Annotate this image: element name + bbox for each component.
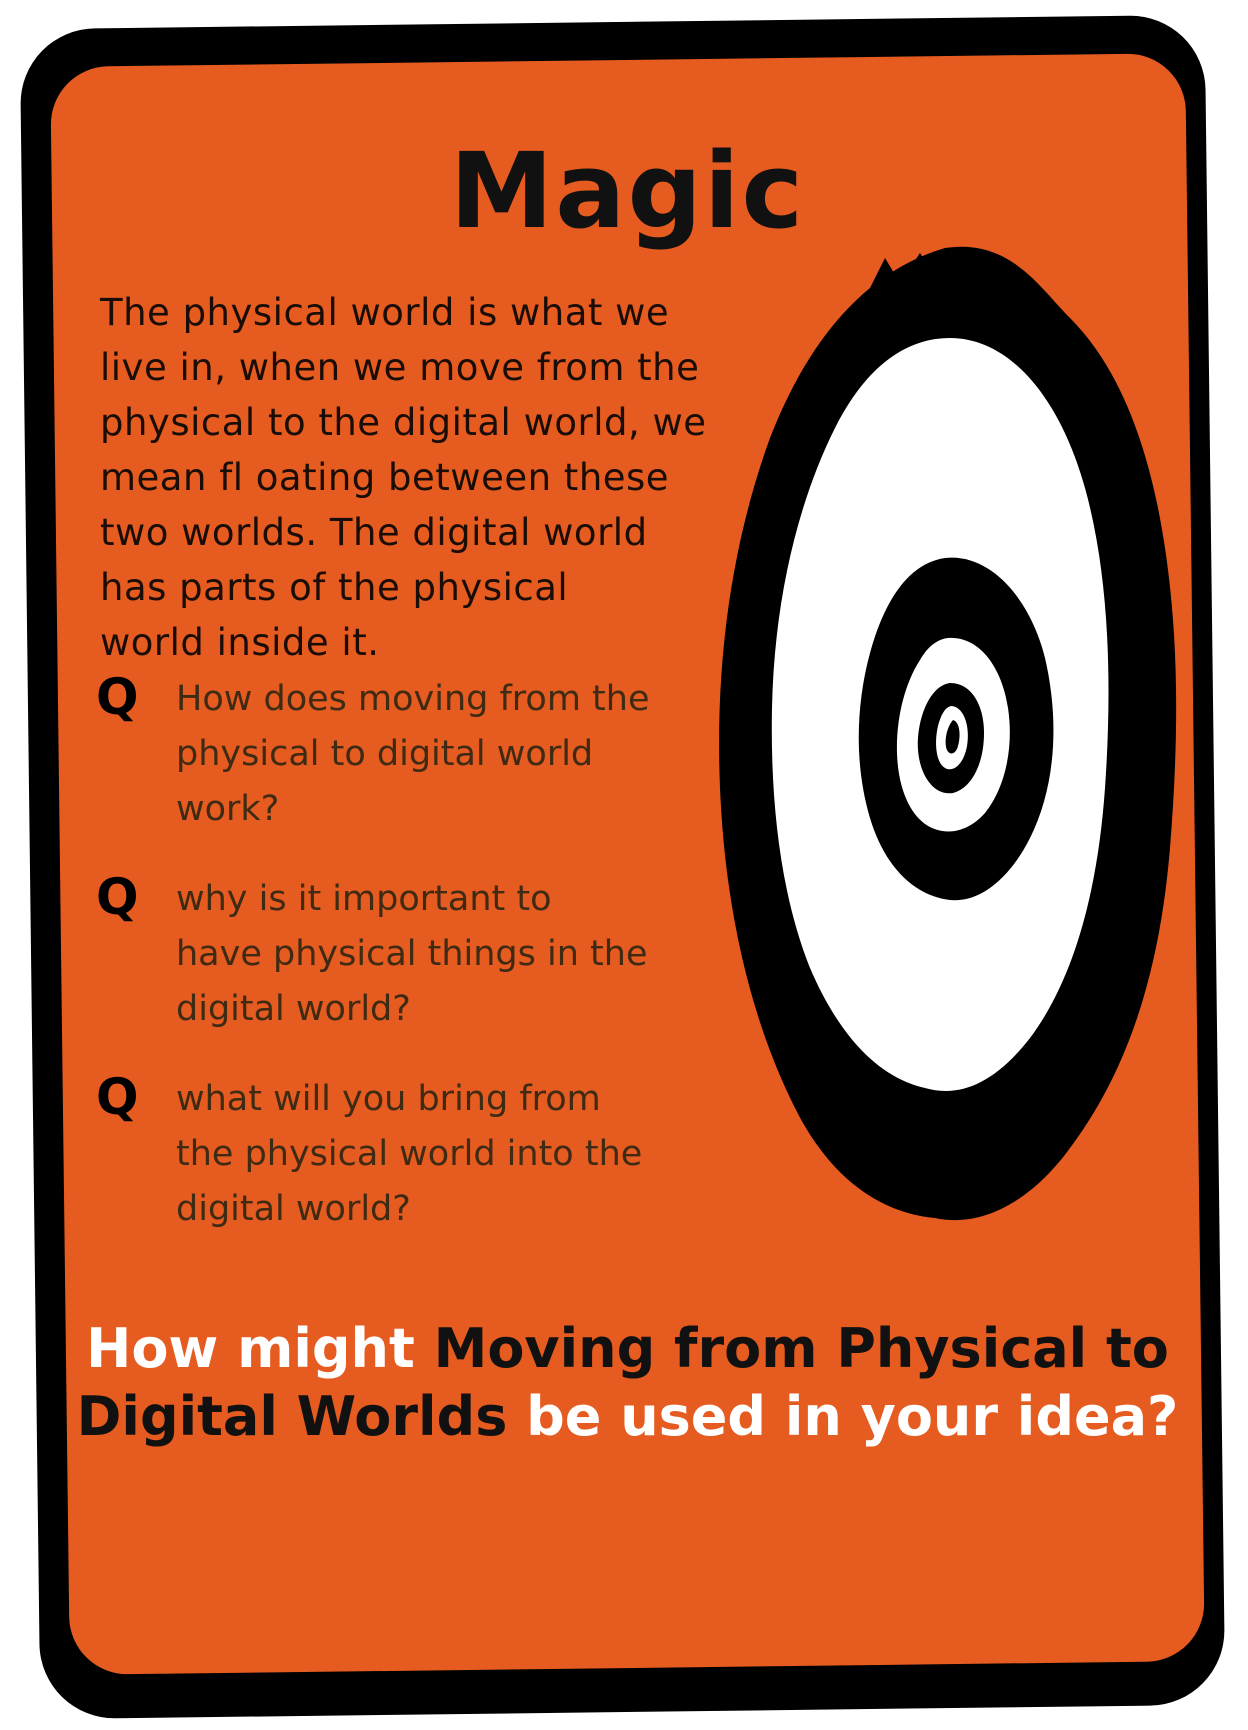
question-line: digital world? [176, 1189, 411, 1229]
footer-topic: Digital Worlds [76, 1385, 508, 1448]
question-line: why is it important to [176, 879, 552, 919]
intro-line: mean fl oating between these [100, 456, 670, 499]
question-line: the physical world into the [176, 1134, 643, 1174]
intro-line: physical to the digital world, we [100, 401, 707, 444]
footer-prompt: How might Moving from Physical to Digita… [60, 1315, 1195, 1451]
question-marker: Q [96, 1068, 139, 1126]
card: Magic The physical world is what we live… [50, 53, 1205, 1675]
question-line: digital world? [176, 989, 411, 1029]
question-text: why is it important to have physical thi… [176, 872, 736, 1037]
question-marker: Q [96, 668, 139, 726]
question-line: work? [176, 789, 280, 829]
intro-line: two worlds. The digital world [100, 511, 648, 554]
intro-line: live in, when we move from the [100, 346, 700, 389]
question-line: How does moving from the [176, 679, 650, 719]
question-line: what will you bring from [176, 1079, 601, 1119]
intro-line: world inside it. [100, 621, 380, 664]
footer-text: How might [86, 1317, 434, 1380]
question-line: physical to digital world [176, 734, 594, 774]
question-marker: Q [96, 868, 139, 926]
footer-topic: Moving from Physical to [433, 1317, 1169, 1380]
spiral-vortex-icon [719, 246, 1177, 1221]
intro-line: The physical world is what we [100, 291, 670, 334]
question-text: How does moving from the physical to dig… [176, 672, 736, 837]
intro-line: has parts of the physical [100, 566, 569, 609]
intro-text: The physical world is what we live in, w… [100, 285, 720, 670]
question-line: have physical things in the [176, 934, 648, 974]
question-text: what will you bring from the physical wo… [176, 1072, 736, 1237]
footer-text: be used in your idea? [507, 1385, 1179, 1448]
